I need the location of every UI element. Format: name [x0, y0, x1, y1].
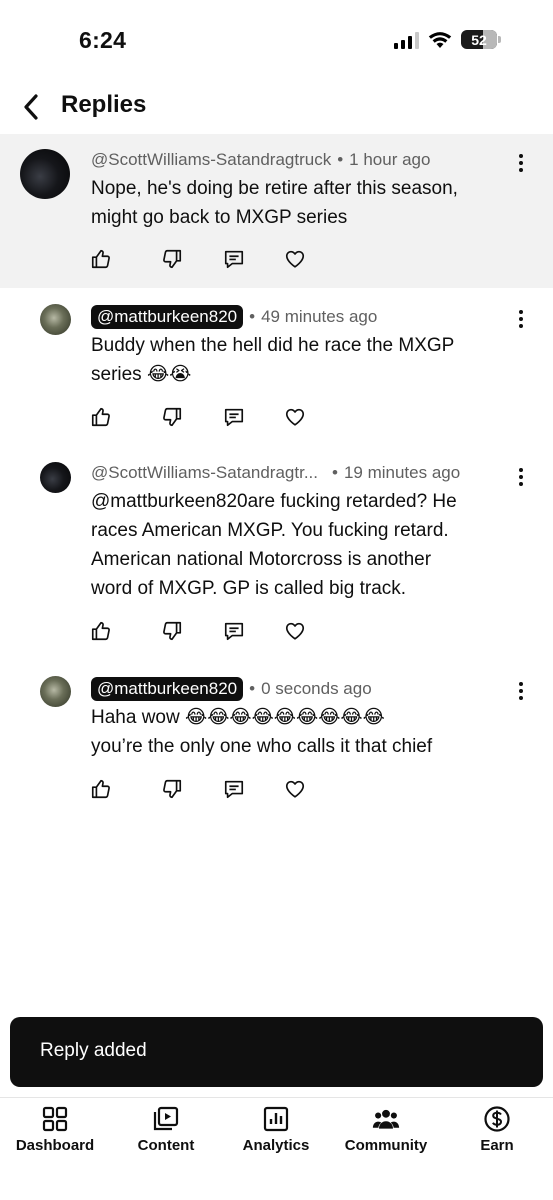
nav-community[interactable]: Community: [331, 1098, 441, 1168]
avatar[interactable]: [20, 149, 70, 199]
reply-comment-icon: [224, 250, 244, 269]
dislike-button[interactable]: [160, 619, 184, 643]
heart-button[interactable]: [283, 247, 307, 271]
more-options-button[interactable]: [511, 465, 531, 489]
heart-icon: [285, 780, 305, 798]
page-title: Replies: [61, 91, 147, 118]
thumbs-up-icon: [91, 249, 110, 269]
comment-author[interactable]: @ScottWilliams-Satandragtruck: [91, 150, 331, 170]
comment-meta: @mattburkeen820 • 0 seconds ago: [91, 677, 372, 701]
avatar[interactable]: [40, 676, 71, 707]
status-icons: 52: [394, 30, 501, 49]
battery-level: 52: [471, 31, 487, 48]
comment-author[interactable]: @mattburkeen820: [91, 305, 244, 329]
dislike-button[interactable]: [160, 777, 184, 801]
thumbs-up-icon: [91, 621, 110, 641]
heart-icon: [285, 250, 305, 268]
nav-content[interactable]: Content: [111, 1098, 221, 1168]
like-button[interactable]: [89, 247, 113, 271]
chevron-left-icon: [24, 94, 38, 120]
nav-dashboard[interactable]: Dashboard: [0, 1098, 110, 1168]
comment-meta: @mattburkeen820 • 49 minutes ago: [91, 305, 377, 329]
dislike-button[interactable]: [160, 405, 184, 429]
thumbs-up-icon: [91, 779, 110, 799]
nav-label: Earn: [480, 1137, 514, 1154]
thumbs-up-icon: [91, 407, 110, 427]
reply-comment-icon: [224, 780, 244, 799]
cellular-signal-icon: [394, 31, 419, 49]
nav-label: Analytics: [242, 1137, 310, 1154]
comment-meta: @ScottWilliams-Satandragtruck • 1 hour a…: [91, 150, 431, 170]
nav-earn[interactable]: Earn: [442, 1098, 552, 1168]
heart-button[interactable]: [283, 405, 307, 429]
more-options-button[interactable]: [511, 679, 531, 703]
dollar-icon: [484, 1106, 510, 1132]
heart-button[interactable]: [283, 777, 307, 801]
reply-item: @mattburkeen820 • 0 seconds ago Haha wow…: [0, 662, 553, 817]
comment-text: Haha wow 😂😂😂😂😂😂😂😂😂 you’re the only one w…: [91, 707, 433, 757]
reply-button[interactable]: [222, 405, 246, 429]
analytics-chart-icon: [263, 1106, 289, 1132]
reply-button[interactable]: [222, 619, 246, 643]
reply-button[interactable]: [222, 247, 246, 271]
thumbs-down-icon: [163, 779, 182, 799]
reply-comment-icon: [224, 408, 244, 427]
comment-time: 49 minutes ago: [261, 307, 378, 326]
reply-item: @ScottWilliams-Satandragtr... • 19 minut…: [0, 447, 553, 662]
dislike-button[interactable]: [160, 247, 184, 271]
comment-item: @ScottWilliams-Satandragtruck • 1 hour a…: [0, 134, 553, 288]
content-play-icon: [153, 1106, 179, 1131]
comment-actions: [0, 618, 553, 644]
nav-label: Dashboard: [15, 1137, 95, 1154]
nav-label: Community: [344, 1137, 428, 1154]
comment-author[interactable]: @ScottWilliams-Satandragtr...: [91, 463, 318, 483]
reply-button[interactable]: [222, 777, 246, 801]
status-bar: 6:24 52: [0, 0, 553, 80]
heart-icon: [285, 622, 305, 640]
wifi-icon: [428, 31, 452, 48]
battery-icon: 52: [461, 30, 501, 49]
comment-text: Buddy when the hell did he race the MXGP…: [91, 335, 455, 385]
comment-meta: @ScottWilliams-Satandragtr... • 19 minut…: [91, 463, 461, 483]
comment-actions: [0, 404, 553, 430]
dashboard-icon: [42, 1106, 68, 1132]
comment-actions: [0, 246, 553, 272]
community-people-icon: [372, 1109, 400, 1129]
heart-button[interactable]: [283, 619, 307, 643]
heart-icon: [285, 408, 305, 426]
comment-author[interactable]: @mattburkeen820: [91, 677, 244, 701]
back-button[interactable]: [16, 90, 46, 124]
comment-time: 19 minutes ago: [343, 463, 461, 482]
more-options-button[interactable]: [511, 151, 531, 175]
thumbs-down-icon: [163, 249, 182, 269]
reply-comment-icon: [224, 622, 244, 641]
status-time: 6:24: [79, 27, 127, 53]
page-header: Replies: [0, 82, 553, 132]
comment-time: 1 hour ago: [349, 150, 431, 169]
like-button[interactable]: [89, 619, 113, 643]
bottom-navigation: Dashboard Content Analytics Community Ea…: [0, 1097, 553, 1200]
nav-label: Content: [137, 1137, 195, 1154]
avatar[interactable]: [40, 304, 71, 335]
nav-analytics[interactable]: Analytics: [221, 1098, 331, 1168]
comment-text: @mattburkeen820are fucking retarded? He …: [91, 491, 457, 599]
more-options-button[interactable]: [511, 307, 531, 331]
avatar[interactable]: [40, 462, 71, 493]
reply-item: @mattburkeen820 • 49 minutes ago Buddy w…: [0, 290, 553, 445]
comment-actions: [0, 776, 553, 802]
toast-message: Reply added: [40, 1040, 147, 1061]
thumbs-down-icon: [163, 407, 182, 427]
like-button[interactable]: [89, 405, 113, 429]
toast-snackbar: Reply added: [10, 1017, 543, 1087]
comment-text: Nope, he's doing be retire after this se…: [91, 178, 458, 228]
thumbs-down-icon: [163, 621, 182, 641]
like-button[interactable]: [89, 777, 113, 801]
comment-time: 0 seconds ago: [261, 679, 372, 698]
